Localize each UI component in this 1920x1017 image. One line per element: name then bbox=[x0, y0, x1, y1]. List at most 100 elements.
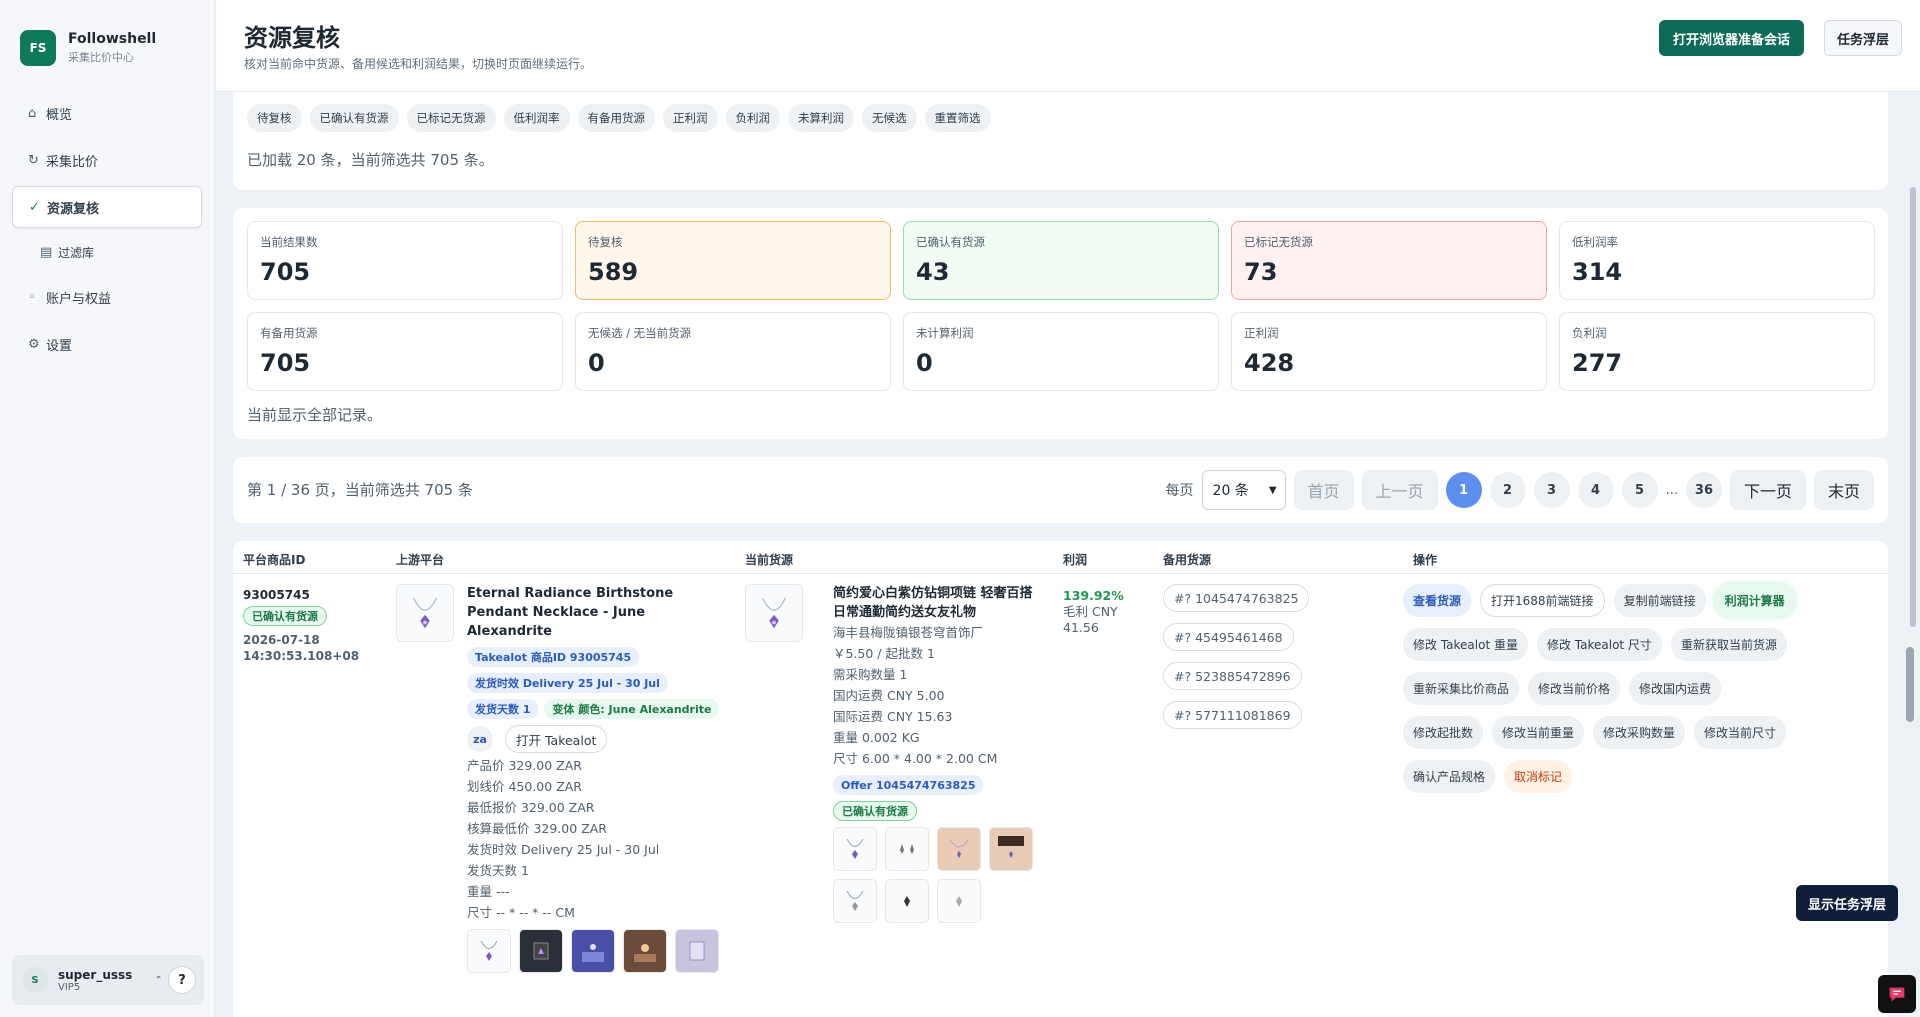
page-button-4[interactable]: 4 bbox=[1577, 472, 1614, 508]
chevron-up-icon[interactable]: ⌃ bbox=[154, 975, 162, 986]
pendant-icon bbox=[904, 896, 910, 907]
per-page-select[interactable]: 20 条 ▼ bbox=[1201, 470, 1286, 510]
upstream-title: Eternal Radiance Birthstone Pendant Neck… bbox=[467, 586, 674, 639]
gallery-image[interactable] bbox=[519, 929, 563, 973]
last-page-button[interactable]: 末页 bbox=[1813, 470, 1874, 510]
stat-pending[interactable]: 待复核 589 bbox=[575, 221, 891, 300]
stat-positive-profit[interactable]: 正利润 428 bbox=[1231, 312, 1547, 391]
sidebar-item-label: 账户与权益 bbox=[46, 291, 112, 307]
chip-uncalculated[interactable]: 未算利润 bbox=[788, 104, 854, 132]
open-takealot-button[interactable]: 打开 Takealot bbox=[505, 725, 608, 753]
help-button[interactable]: ? bbox=[168, 966, 196, 994]
stat-low-margin[interactable]: 低利润率 314 bbox=[1559, 221, 1875, 300]
backup-source-pill[interactable]: #? 577111081869 bbox=[1163, 701, 1302, 729]
next-page-button[interactable]: 下一页 bbox=[1729, 470, 1806, 510]
col-header-backup: 备用货源 bbox=[1163, 553, 1212, 567]
stat-value: 0 bbox=[916, 349, 933, 377]
chip-reset[interactable]: 重置筛选 bbox=[924, 104, 991, 132]
chip-has-backup[interactable]: 有备用货源 bbox=[577, 104, 655, 132]
backup-source-pill[interactable]: #? 45495461468 bbox=[1163, 623, 1294, 651]
open-browser-session-button[interactable]: 打开浏览器准备会话 bbox=[1658, 20, 1804, 56]
gallery-image[interactable] bbox=[937, 879, 981, 923]
stat-no-source[interactable]: 已标记无货源 73 bbox=[1231, 221, 1547, 300]
chip-negative-profit[interactable]: 负利润 bbox=[725, 104, 780, 132]
page-button-2[interactable]: 2 bbox=[1489, 472, 1526, 508]
chip-pending[interactable]: 待复核 bbox=[247, 104, 302, 132]
gallery-image[interactable] bbox=[467, 929, 511, 973]
sidebar-item-collect-compare[interactable]: ↻ 采集比价 bbox=[12, 139, 202, 181]
sidebar-item-settings[interactable]: ⚙ 设置 bbox=[12, 323, 202, 365]
user-card[interactable]: S super_usss VIP5 ⌃ ? bbox=[12, 955, 204, 1005]
chip-confirmed[interactable]: 已确认有货源 bbox=[309, 104, 399, 132]
edit-moq-button[interactable]: 修改起批数 bbox=[1403, 716, 1484, 749]
edit-purchase-qty-button[interactable]: 修改采购数量 bbox=[1593, 716, 1686, 749]
source-thumbnail[interactable] bbox=[745, 584, 803, 642]
chat-icon bbox=[1889, 987, 1905, 1002]
gallery-image[interactable] bbox=[833, 827, 877, 871]
stat-total[interactable]: 当前结果数 705 bbox=[247, 221, 563, 300]
sidebar-item-account[interactable]: ◦ 账户与权益 bbox=[12, 276, 202, 318]
gallery-image[interactable] bbox=[989, 827, 1033, 871]
task-overlay-button[interactable]: 任务浮层 bbox=[1823, 20, 1902, 56]
stat-uncalculated[interactable]: 未计算利润 0 bbox=[903, 312, 1219, 391]
prev-page-button[interactable]: 上一页 bbox=[1361, 470, 1438, 510]
show-task-overlay-button[interactable]: 显示任务浮层 bbox=[1795, 885, 1898, 921]
upstream-list-price: 划线价 450.00 ZAR bbox=[467, 779, 582, 794]
page-button-1[interactable]: 1 bbox=[1445, 472, 1482, 508]
gallery-image[interactable] bbox=[937, 827, 981, 871]
open-1688-link-button[interactable]: 打开1688前端链接 bbox=[1480, 584, 1605, 617]
sidebar-item-label: 采集比价 bbox=[46, 154, 99, 170]
page-scrollbar-thumb[interactable] bbox=[1910, 187, 1916, 627]
stat-has-backup[interactable]: 有备用货源 705 bbox=[247, 312, 563, 391]
pendant-icon bbox=[956, 896, 962, 907]
page-scrollbar[interactable] bbox=[1910, 92, 1918, 1017]
product-thumbnail[interactable] bbox=[396, 584, 454, 642]
chip-no-candidate[interactable]: 无候选 bbox=[862, 104, 917, 132]
gallery-image[interactable] bbox=[571, 929, 615, 973]
stat-label: 有备用货源 bbox=[260, 326, 318, 340]
gallery-image[interactable] bbox=[885, 879, 929, 923]
stat-value: 589 bbox=[588, 258, 639, 286]
sidebar-item-filter-library[interactable]: ▤ 过滤库 bbox=[12, 233, 202, 271]
chip-positive-profit[interactable]: 正利润 bbox=[663, 104, 718, 132]
sidebar-item-label: 设置 bbox=[46, 338, 73, 354]
edit-weight-button[interactable]: 修改当前重量 bbox=[1492, 716, 1585, 749]
stat-negative-profit[interactable]: 负利润 277 bbox=[1559, 312, 1875, 391]
page-button-last[interactable]: 36 bbox=[1685, 472, 1722, 508]
view-source-button[interactable]: 查看货源 bbox=[1403, 584, 1472, 617]
backup-source-pill[interactable]: #? 1045474763825 bbox=[1163, 584, 1310, 612]
gallery-image[interactable] bbox=[675, 929, 719, 973]
recollect-compare-button[interactable]: 重新采集比价商品 bbox=[1403, 672, 1520, 705]
upstream-weight: 重量 --- bbox=[467, 884, 510, 899]
copy-link-button[interactable]: 复制前端链接 bbox=[1613, 584, 1706, 617]
brand[interactable]: FS Followshell 采集比价中心 bbox=[0, 0, 214, 76]
chat-button[interactable] bbox=[1878, 975, 1916, 1013]
sidebar-item-overview[interactable]: ⌂ 概览 bbox=[12, 92, 202, 134]
list-icon: ▤ bbox=[40, 244, 53, 260]
unmark-button[interactable]: 取消标记 bbox=[1504, 760, 1573, 793]
page-button-3[interactable]: 3 bbox=[1533, 472, 1570, 508]
stat-confirmed[interactable]: 已确认有货源 43 bbox=[903, 221, 1219, 300]
edit-takealot-weight-button[interactable]: 修改 Takealot 重量 bbox=[1403, 628, 1528, 661]
profit-cell: 139.92% 毛利 CNY 41.56 bbox=[1063, 588, 1124, 636]
gallery-image[interactable] bbox=[833, 879, 877, 923]
dot-icon: ◦ bbox=[28, 289, 36, 305]
edit-takealot-size-button[interactable]: 修改 Takealot 尺寸 bbox=[1536, 628, 1662, 661]
backup-source-pill[interactable]: #? 523885472896 bbox=[1163, 662, 1302, 690]
gallery-image[interactable] bbox=[885, 827, 929, 871]
edit-domestic-shipping-button[interactable]: 修改国内运费 bbox=[1629, 672, 1722, 705]
gallery-image[interactable] bbox=[623, 929, 667, 973]
page-button-5[interactable]: 5 bbox=[1621, 472, 1658, 508]
sidebar-item-resource-review[interactable]: ✓ 资源复核 bbox=[12, 186, 202, 228]
refetch-source-button[interactable]: 重新获取当前货源 bbox=[1670, 628, 1787, 661]
first-page-button[interactable]: 首页 bbox=[1293, 470, 1354, 510]
product-id[interactable]: 93005745 bbox=[243, 588, 379, 602]
confirm-spec-button[interactable]: 确认产品规格 bbox=[1403, 760, 1496, 793]
edit-price-button[interactable]: 修改当前价格 bbox=[1528, 672, 1621, 705]
edit-size-button[interactable]: 修改当前尺寸 bbox=[1694, 716, 1787, 749]
stat-no-candidate[interactable]: 无候选 / 无当前货源 0 bbox=[575, 312, 891, 391]
profit-calculator-button[interactable]: 利润计算器 bbox=[1714, 584, 1795, 617]
chip-low-margin[interactable]: 低利润率 bbox=[503, 104, 570, 132]
chip-no-source[interactable]: 已标记无货源 bbox=[406, 104, 496, 132]
offer-badge[interactable]: Offer 1045474763825 bbox=[833, 775, 984, 795]
